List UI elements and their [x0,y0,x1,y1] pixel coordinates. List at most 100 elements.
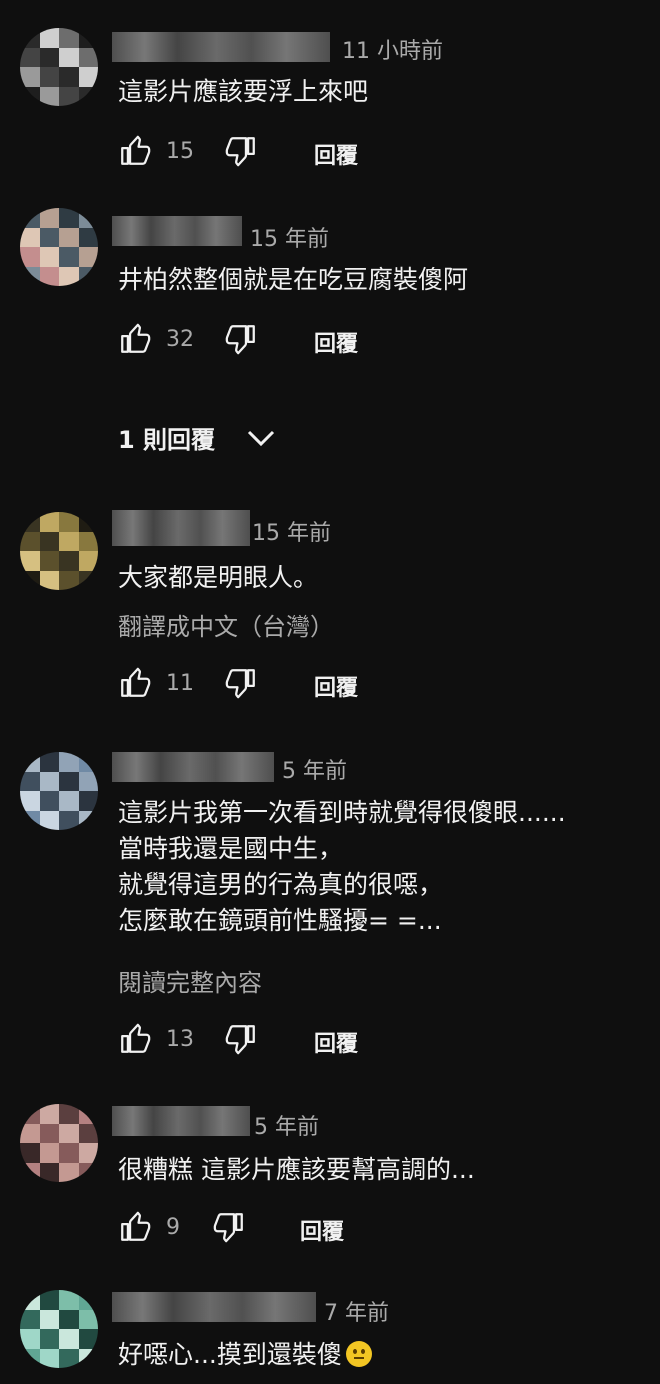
avatar-pixel [39,266,59,286]
avatar-pixel [20,570,40,590]
author-name-redacted[interactable] [112,216,242,246]
author-name-redacted[interactable] [112,1292,316,1322]
avatar-pixel [78,570,98,590]
avatar-pixel [59,247,79,267]
avatar-pixel [20,247,40,267]
author-name-redacted[interactable] [112,510,250,546]
avatar-pixel [78,28,98,48]
reply-button[interactable]: 回覆 [314,138,358,170]
comment-text: 這影片應該要浮上來吧 [118,75,368,109]
avatar-pixel [20,771,40,791]
avatar-pixel [39,512,59,532]
thumbs-up-icon[interactable] [118,322,152,356]
avatar-pixel [59,1329,79,1349]
avatar-pixel [78,1162,98,1182]
avatar-pixel [39,752,59,772]
thumbs-down-icon[interactable] [224,666,258,700]
avatar-pixel [78,531,98,551]
like-count: 13 [166,1027,194,1052]
avatar-pixel [78,227,98,247]
avatar-pixel [78,1309,98,1329]
avatar-pixel [78,1290,98,1310]
avatar-pixel [78,208,98,228]
view-replies-button[interactable]: 1 則回覆 [118,420,275,456]
comment-text-line: 好噁心...摸到還裝傻 [118,1340,342,1369]
thumbs-down-icon[interactable] [224,1022,258,1056]
read-more-button[interactable]: 閱讀完整內容 [118,963,262,998]
reply-button[interactable]: 回覆 [314,326,358,358]
avatar-pixel [39,771,59,791]
avatar-pixel [59,752,79,772]
avatar-pixel [20,1104,40,1124]
thumbs-up-icon[interactable] [118,666,152,700]
comment-actions: 32 回覆 [118,322,518,362]
avatar-pixel [78,86,98,106]
avatar-pixel [39,227,59,247]
avatar-pixel [20,752,40,772]
avatar[interactable] [20,752,98,830]
avatar-pixel [59,86,79,106]
avatar-pixel [20,531,40,551]
reply-button[interactable]: 回覆 [314,1026,358,1058]
thumbs-down-icon[interactable] [212,1210,246,1244]
avatar-pixel [78,791,98,811]
reply-button[interactable]: 回覆 [300,1214,344,1246]
comment-actions: 11 回覆 [118,666,518,706]
author-name-redacted[interactable] [112,752,274,782]
avatar-pixel [59,1309,79,1329]
avatar-pixel [78,551,98,571]
avatar[interactable] [20,512,98,590]
avatar-pixel [39,67,59,87]
avatar-pixel [20,67,40,87]
comment-timestamp: 5 年前 [254,1115,319,1140]
translate-button[interactable]: 翻譯成中文（台灣） [118,607,334,642]
thumbs-down-icon[interactable] [224,134,258,168]
avatar-pixel [39,551,59,571]
avatar-pixel [78,1348,98,1368]
avatar-pixel [59,1123,79,1143]
avatar-pixel [20,47,40,67]
comment-text-line: 當時我還是國中生， [118,834,344,863]
avatar-pixel [39,28,59,48]
avatar-pixel [39,86,59,106]
avatar-pixel [59,208,79,228]
author-name-redacted[interactable] [112,1106,250,1136]
avatar-pixel [59,570,79,590]
avatar-pixel [78,266,98,286]
avatar-pixel [59,67,79,87]
avatar-pixel [78,752,98,772]
comment-actions: 13 回覆 [118,1022,518,1062]
avatar[interactable] [20,1104,98,1182]
avatar-pixel [39,208,59,228]
reply-button[interactable]: 回覆 [314,670,358,702]
thumbs-down-icon[interactable] [224,322,258,356]
avatar[interactable] [20,1290,98,1368]
thumbs-up-icon[interactable] [118,134,152,168]
thumbs-up-icon[interactable] [118,1022,152,1056]
avatar-pixel [20,227,40,247]
avatar[interactable] [20,28,98,106]
comment-text-line: 這影片我第一次看到時就覺得很傻眼...... [118,798,566,827]
avatar-pixel [20,1162,40,1182]
avatar-pixel [20,86,40,106]
avatar-pixel [78,67,98,87]
author-name-redacted[interactable] [112,32,330,62]
avatar-pixel [59,1162,79,1182]
avatar-pixel [20,1143,40,1163]
avatar-pixel [39,1162,59,1182]
avatar[interactable] [20,208,98,286]
avatar-pixel [59,551,79,571]
thumbs-up-icon[interactable] [118,1210,152,1244]
avatar-pixel [78,1143,98,1163]
avatar-pixel [20,28,40,48]
avatar-pixel [39,247,59,267]
comment-timestamp: 15 年前 [250,227,329,252]
avatar-pixel [39,791,59,811]
comment-text-line: 怎麼敢在鏡頭前性騷擾= =... [118,906,442,935]
neutral-face-emoji [345,1341,372,1367]
comment-actions: 15 回覆 [118,134,518,174]
avatar-pixel [59,771,79,791]
avatar-pixel [59,1143,79,1163]
avatar-pixel [39,1123,59,1143]
chevron-down-icon [247,430,275,447]
